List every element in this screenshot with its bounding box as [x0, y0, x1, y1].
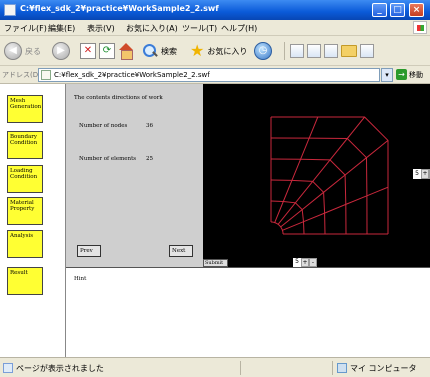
mesh-radial-line [282, 186, 389, 231]
messenger-icon[interactable] [360, 44, 374, 58]
nodes-value: 36 [146, 123, 153, 129]
search-icon [142, 43, 158, 59]
elements-value: 25 [146, 156, 153, 162]
nav-material-property[interactable]: Material Property [7, 197, 43, 225]
windows-flag-icon [413, 21, 427, 34]
nav-analysis[interactable]: Analysis [7, 230, 43, 258]
info-heading: The contents directions of work [74, 95, 163, 101]
nav-mesh-generation[interactable]: Mesh Generation [7, 95, 43, 123]
hint-area: Hint [66, 267, 430, 357]
address-dropdown-button[interactable]: ▾ [381, 68, 393, 82]
nav-result[interactable]: Result [7, 267, 43, 295]
menu-bar: ファイル(F) 編集(E) 表示(V) お気に入り(A) ツール(T) ヘルプ(… [0, 20, 430, 36]
print-icon[interactable] [307, 44, 321, 58]
edit-icon[interactable] [324, 44, 338, 58]
status-bar: ページが表示されました マイ コンピュータ [0, 357, 430, 377]
mesh-stepper: 5 + - [413, 169, 430, 179]
menu-view[interactable]: 表示(V) [87, 23, 115, 34]
bottom-stepper-increment[interactable]: + [301, 258, 309, 267]
submit-button[interactable]: Submit [203, 259, 228, 267]
bottom-stepper-value[interactable]: 5 [293, 258, 301, 267]
info-panel: The contents directions of work Number o… [66, 84, 203, 267]
mesh-ring-line [270, 158, 347, 235]
computer-icon [337, 363, 347, 373]
status-divider [332, 361, 333, 375]
title-bar: C:¥flex_sdk_2¥practice¥WorkSample2_2.swf… [0, 0, 430, 20]
favorites-label: お気に入り [207, 46, 248, 56]
mesh-ring-line [270, 137, 368, 235]
menu-help[interactable]: ヘルプ(H) [221, 23, 257, 34]
elements-label: Number of elements [79, 156, 137, 162]
address-input[interactable]: C:¥flex_sdk_2¥practice¥WorkSample2_2.swf [38, 68, 380, 82]
flash-content: Mesh Generation Boundary Condition Loadi… [0, 84, 430, 357]
go-label[interactable]: 移動 [409, 70, 423, 80]
history-button[interactable]: ◷ [254, 41, 272, 61]
refresh-icon[interactable]: ⟳ [99, 43, 115, 59]
back-label: 戻る [25, 46, 41, 56]
home-icon[interactable] [118, 43, 134, 60]
nodes-label: Number of nodes [79, 123, 128, 129]
page-icon [41, 70, 51, 80]
mesh-ring-line [270, 200, 305, 235]
toolbar-page-actions: ✕ ⟳ [80, 41, 134, 61]
mesh-ring-line [270, 179, 326, 235]
nav-boundary-condition[interactable]: Boundary Condition [7, 131, 43, 159]
go-arrow-icon[interactable]: → [396, 69, 407, 80]
folder-icon[interactable] [341, 45, 357, 57]
next-button[interactable]: Next [169, 245, 193, 257]
mail-icon[interactable] [290, 44, 304, 58]
minimize-button[interactable]: _ [372, 3, 387, 17]
history-icon: ◷ [254, 42, 272, 60]
favorites-button[interactable]: ★ お気に入り [190, 41, 247, 61]
mesh-plot [270, 116, 389, 235]
menu-file[interactable]: ファイル(F) [4, 23, 47, 34]
search-label: 検索 [161, 46, 177, 56]
close-icon: × [412, 5, 421, 15]
menu-tools[interactable]: ツール(T) [182, 23, 217, 34]
status-divider [240, 361, 241, 375]
search-button[interactable]: 検索 [142, 41, 177, 61]
zone-text: マイ コンピュータ [350, 364, 417, 373]
page-status-icon [3, 363, 13, 373]
forward-arrow-icon: ▶ [52, 42, 70, 60]
back-button[interactable]: ◀ 戻る [4, 41, 41, 61]
star-icon: ★ [190, 41, 205, 60]
mesh-radial-line [280, 140, 389, 228]
nav-loading-condition[interactable]: Loading Condition [7, 165, 43, 193]
maximize-icon: □ [393, 5, 402, 15]
mesh-stepper-value[interactable]: 5 [413, 169, 421, 179]
bottom-stepper-decrement[interactable]: - [309, 258, 317, 267]
mesh-ring-line [271, 221, 284, 234]
status-text: ページが表示されました [16, 364, 104, 373]
address-url: C:¥flex_sdk_2¥practice¥WorkSample2_2.swf [54, 71, 210, 79]
toolbar: ◀ 戻る ▶ ✕ ⟳ 検索 ★ お気に入り ◷ [0, 36, 430, 66]
mesh-stepper-increment[interactable]: + [421, 169, 429, 179]
mesh-ring-line [271, 116, 389, 234]
stop-icon[interactable]: ✕ [80, 43, 96, 59]
toolbar-tools [282, 41, 374, 61]
forward-button[interactable]: ▶ [52, 41, 70, 61]
toolbar-separator [284, 42, 285, 60]
bottom-stepper: 5 + - [293, 258, 317, 267]
close-button[interactable]: × [409, 3, 424, 17]
hint-label: Hint [74, 276, 87, 282]
mesh-control-strip: Submit 5 + - [203, 258, 430, 267]
maximize-button[interactable]: □ [390, 3, 405, 17]
mesh-radial-line [274, 116, 319, 223]
menu-favorites[interactable]: お気に入り(A) [126, 23, 178, 34]
address-bar: アドレス(D) C:¥flex_sdk_2¥practice¥WorkSampl… [0, 66, 430, 84]
app-icon [4, 4, 16, 16]
window-title: C:¥flex_sdk_2¥practice¥WorkSample2_2.swf [20, 4, 219, 13]
left-nav: Mesh Generation Boundary Condition Loadi… [0, 84, 66, 357]
mesh-radial-line [277, 116, 365, 225]
back-arrow-icon: ◀ [4, 42, 22, 60]
minimize-icon: _ [377, 5, 382, 15]
menu-edit[interactable]: 編集(E) [48, 23, 75, 34]
address-label: アドレス(D) [2, 71, 41, 79]
prev-button[interactable]: Prev [77, 245, 101, 257]
mesh-view: 5 + - [203, 84, 430, 259]
